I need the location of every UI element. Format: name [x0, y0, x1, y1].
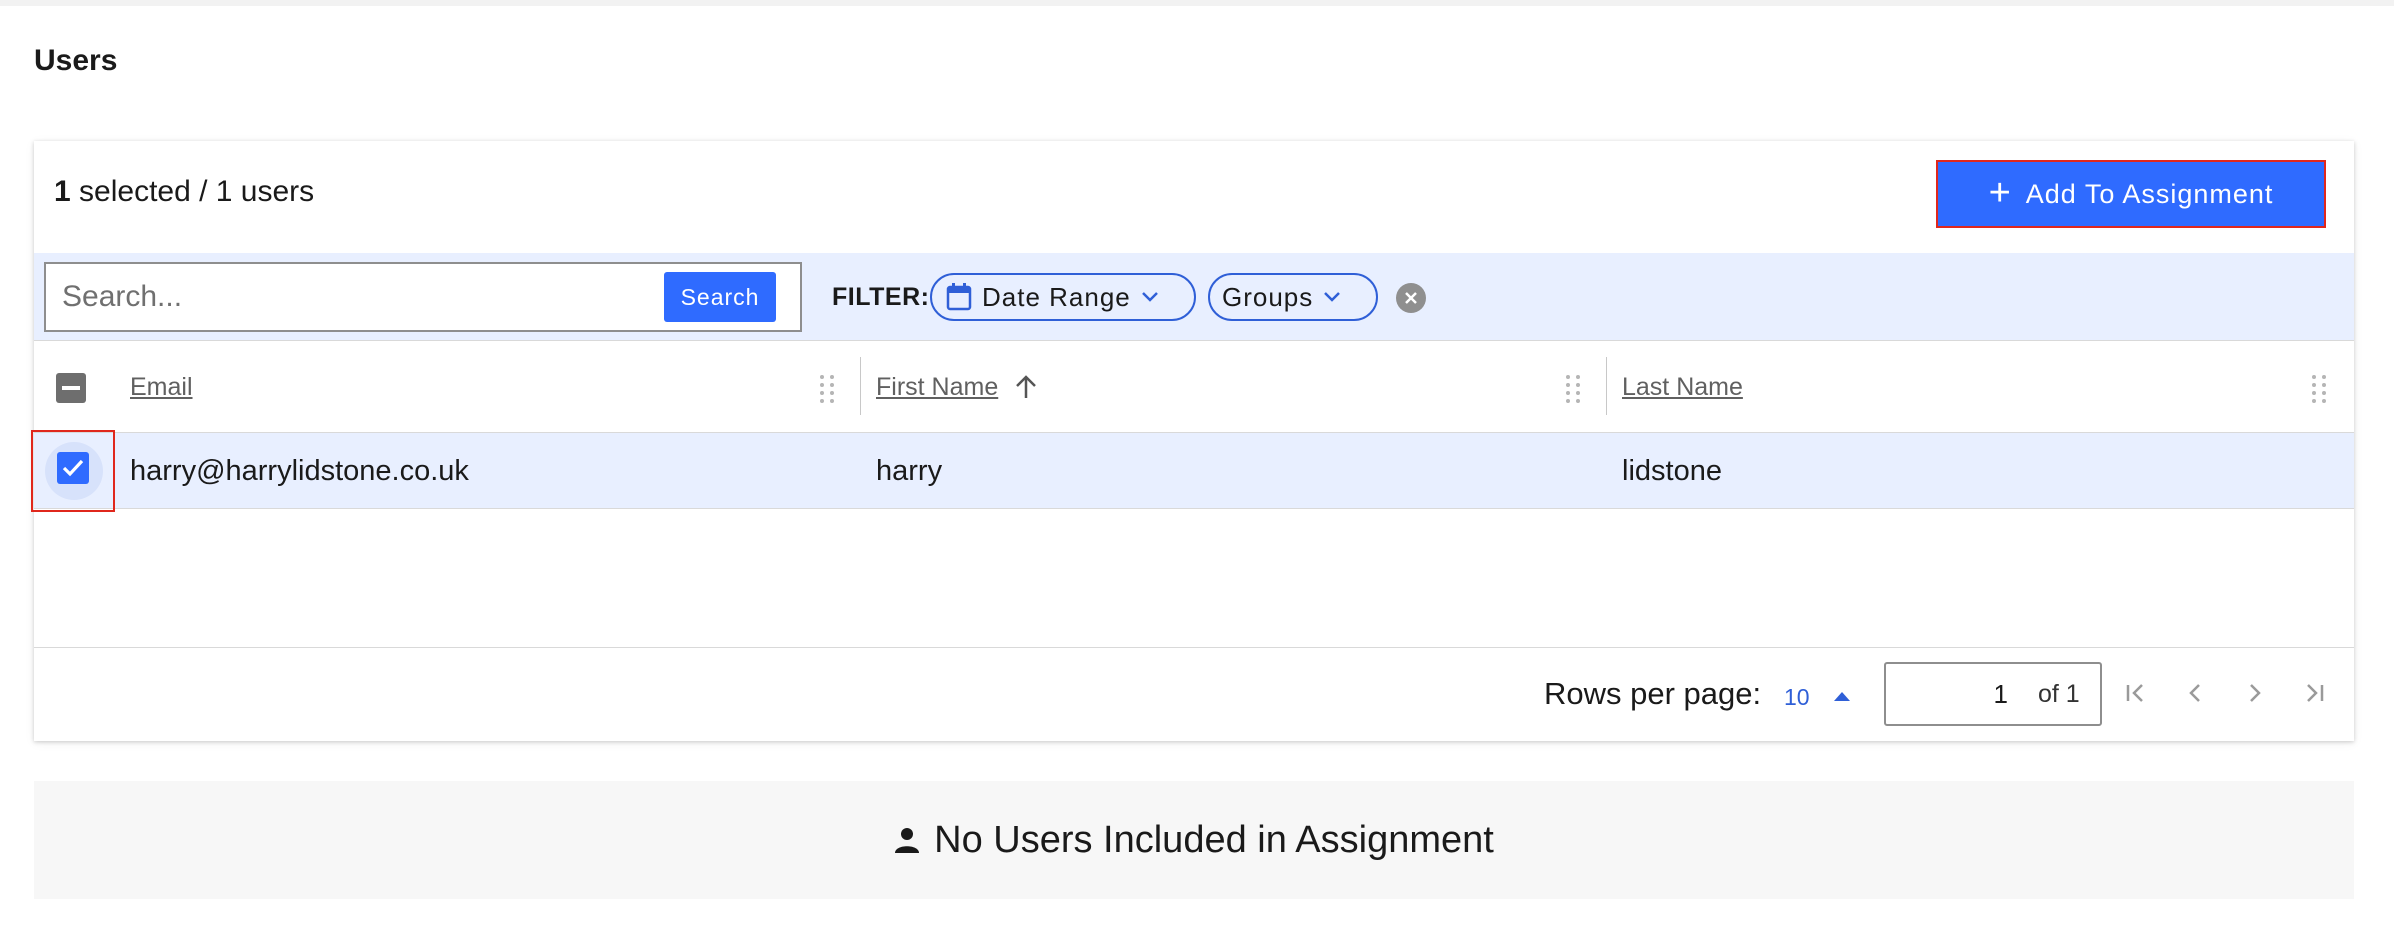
assignment-empty-message: No Users Included in Assignment: [934, 818, 1494, 861]
column-header-first-name-label: First Name: [876, 372, 999, 401]
groups-filter-chip[interactable]: Groups: [1208, 273, 1378, 321]
first-page-icon[interactable]: [2120, 676, 2154, 710]
top-divider: [0, 0, 2394, 6]
column-header-email-label: Email: [130, 372, 193, 401]
column-divider: [860, 357, 861, 415]
selection-summary: 1 selected / 1 users: [54, 175, 314, 209]
selected-summary-text: selected / 1 users: [79, 175, 315, 208]
column-header-last-name-label: Last Name: [1622, 372, 1743, 401]
cell-first-name: harry: [876, 454, 943, 487]
date-range-chip-label: Date Range: [982, 281, 1131, 312]
rows-per-page-label: Rows per page:: [1544, 676, 1762, 711]
column-resize-handle-icon[interactable]: [1564, 373, 1582, 407]
table-pagination: Rows per page: 10 of 1: [34, 647, 2354, 741]
plus-icon: +: [1988, 171, 2012, 214]
groups-chip-label: Groups: [1222, 281, 1314, 312]
column-header-email[interactable]: Email: [130, 341, 193, 433]
column-resize-handle-icon[interactable]: [2310, 373, 2328, 407]
caret-up-icon[interactable]: [1834, 692, 1850, 701]
search-box: Search: [44, 262, 802, 332]
page-number-input[interactable]: [1886, 664, 2012, 724]
table-row[interactable]: harry@harrylidstone.co.uk harry lidstone: [31, 430, 2354, 512]
filter-label: FILTER:: [832, 283, 930, 311]
column-divider: [1606, 357, 1607, 415]
person-icon: [895, 828, 920, 853]
date-range-filter-chip[interactable]: Date Range: [930, 273, 1196, 321]
next-page-icon[interactable]: [2238, 676, 2272, 710]
chevron-down-icon: [1324, 292, 1341, 302]
filter-bar: Search FILTER: Date Range Groups: [34, 253, 2354, 341]
select-all-checkbox[interactable]: [56, 373, 86, 403]
add-to-assignment-label: Add To Assignment: [2025, 178, 2274, 209]
table-header: Email First Name Last Name: [34, 341, 2354, 433]
row-checkbox[interactable]: [57, 452, 89, 484]
calendar-icon: [946, 283, 972, 311]
page-title: Users: [34, 44, 118, 77]
search-input[interactable]: [46, 264, 646, 330]
previous-page-icon[interactable]: [2178, 676, 2212, 710]
chevron-down-icon: [1141, 292, 1158, 302]
column-resize-handle-icon[interactable]: [818, 373, 836, 407]
page-total-label: of 1: [2038, 680, 2080, 708]
selected-count: 1: [54, 175, 71, 208]
rows-per-page-select[interactable]: 10: [1784, 684, 1810, 711]
column-header-last-name[interactable]: Last Name: [1622, 341, 1743, 433]
users-table-card: 1 selected / 1 users + Add To Assignment…: [31, 141, 2354, 741]
page-number-box: of 1: [1884, 662, 2102, 726]
row-checkbox-highlight: [31, 430, 115, 512]
checkmark-icon: [62, 459, 84, 477]
add-to-assignment-button[interactable]: + Add To Assignment: [1936, 160, 2326, 228]
cell-last-name: lidstone: [1622, 454, 1722, 487]
close-icon: [1405, 292, 1417, 304]
clear-filters-icon[interactable]: [1396, 283, 1426, 313]
last-page-icon[interactable]: [2296, 676, 2330, 710]
column-header-first-name[interactable]: First Name: [876, 341, 1038, 433]
sort-ascending-icon: [1016, 375, 1037, 398]
assignment-empty-state: No Users Included in Assignment: [34, 781, 2354, 899]
cell-email: harry@harrylidstone.co.uk: [130, 454, 469, 487]
search-button[interactable]: Search: [664, 272, 776, 322]
